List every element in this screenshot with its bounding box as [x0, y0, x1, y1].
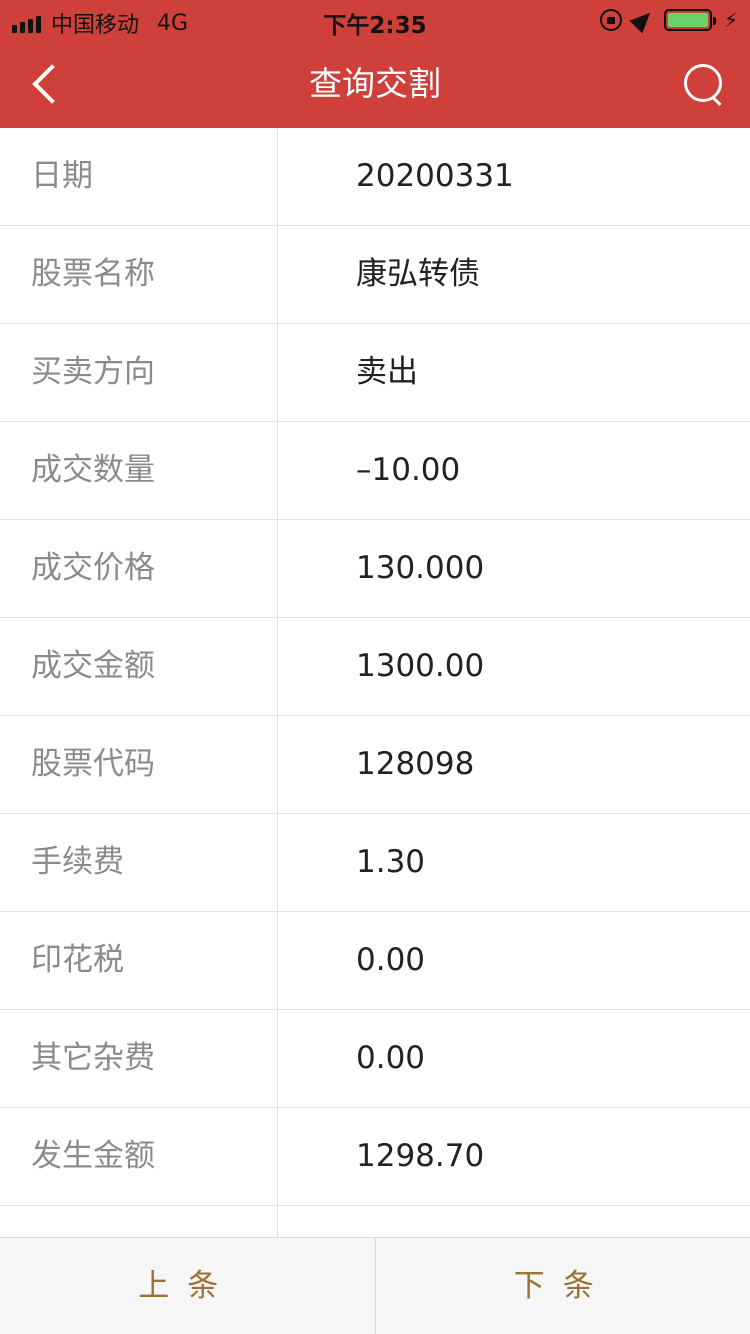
- row-value: 卖出: [356, 354, 418, 390]
- table-row: 成交金额 1300.00: [0, 618, 750, 716]
- status-right: ⚡: [599, 6, 738, 34]
- table-row-partial: [0, 1206, 750, 1238]
- row-label: 其它杂费: [0, 1010, 278, 1107]
- nav-bar: 查询交割: [0, 40, 750, 128]
- table-row: 股票名称 康弘转债: [0, 226, 750, 324]
- bottom-bar: 上条 下条: [0, 1237, 750, 1334]
- row-label: 股票名称: [0, 226, 278, 323]
- row-value: 1300.00: [356, 648, 485, 684]
- table-row: 买卖方向 卖出: [0, 324, 750, 422]
- table-row: 其它杂费 0.00: [0, 1010, 750, 1108]
- row-value: 20200331: [356, 158, 514, 194]
- row-value: 1.30: [356, 844, 426, 880]
- status-bar: 中国移动 4G 下午2:35 ⚡: [0, 0, 750, 40]
- row-value: –10.00: [356, 452, 461, 488]
- table-row: 成交数量 –10.00: [0, 422, 750, 520]
- row-label: 日期: [0, 128, 278, 225]
- row-value: 康弘转债: [356, 256, 480, 292]
- row-label: 发生金额: [0, 1108, 278, 1205]
- orientation-lock-icon: [599, 9, 622, 31]
- row-label: 成交数量: [0, 422, 278, 519]
- row-label: 股票代码: [0, 716, 278, 813]
- table-row: 股票代码 128098: [0, 716, 750, 814]
- row-value: [278, 1206, 750, 1238]
- row-value: 1298.70: [356, 1138, 485, 1174]
- charging-bolt-icon: ⚡: [723, 8, 738, 32]
- row-value: 130.000: [356, 550, 485, 586]
- battery-icon: [663, 9, 716, 31]
- row-label: 成交价格: [0, 520, 278, 617]
- back-button[interactable]: [28, 62, 68, 106]
- row-label: [0, 1206, 278, 1238]
- table-row: 手续费 1.30: [0, 814, 750, 912]
- table-row: 日期 20200331: [0, 128, 750, 226]
- page-title: 查询交割: [309, 64, 441, 103]
- previous-record-button[interactable]: 上条: [0, 1238, 376, 1334]
- table-row: 印花税 0.00: [0, 912, 750, 1010]
- row-label: 买卖方向: [0, 324, 278, 421]
- table-row: 成交价格 130.000: [0, 520, 750, 618]
- table-row: 发生金额 1298.70: [0, 1108, 750, 1206]
- row-value: 0.00: [356, 942, 426, 978]
- row-value: 128098: [356, 746, 475, 782]
- row-label: 印花税: [0, 912, 278, 1009]
- next-record-button[interactable]: 下条: [376, 1238, 750, 1334]
- location-arrow-icon: [629, 6, 657, 34]
- row-label: 成交金额: [0, 618, 278, 715]
- search-button[interactable]: [682, 62, 726, 106]
- trade-detail-table: 日期 20200331 股票名称 康弘转债买卖方向 卖出成交数量 –10.00 成交价格 13…: [0, 128, 750, 1238]
- row-value: 0.00: [356, 1040, 426, 1076]
- row-label: 手续费: [0, 814, 278, 911]
